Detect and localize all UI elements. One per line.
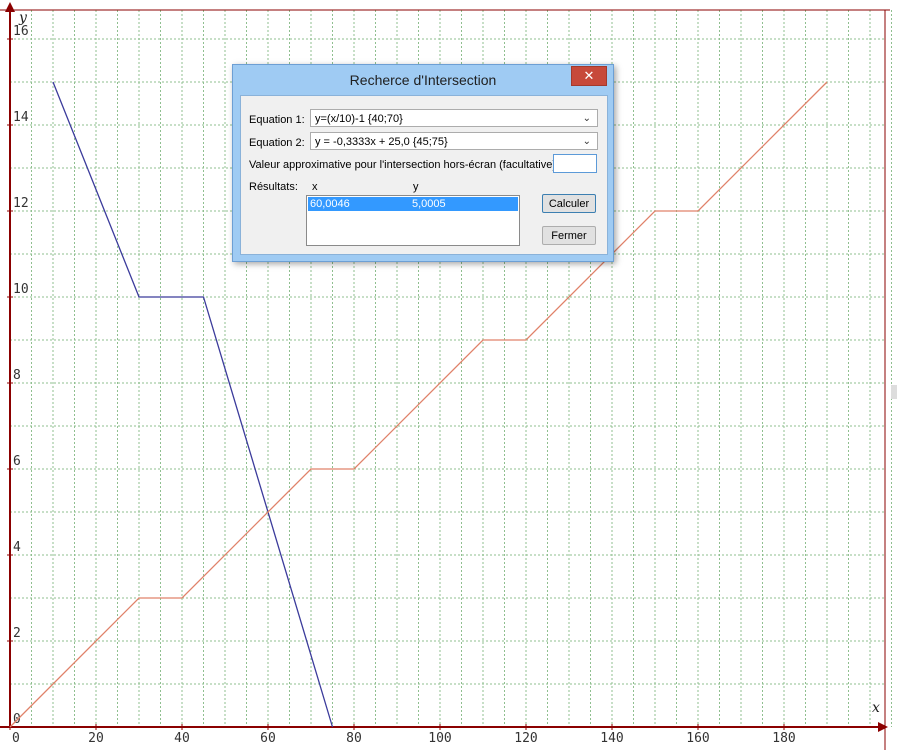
approx-x-label: Valeur approximative pour l'intersection… [249,159,578,171]
scroll-indicator[interactable] [891,385,897,399]
equation2-select[interactable]: y = -0,3333x + 25,0 {45;75} ⌄ [310,132,598,150]
equation1-label: Equation 1: [249,114,305,126]
y-tick-label: 4 [13,540,21,555]
close-button[interactable]: Fermer [542,226,596,245]
x-axis-label: x [872,700,880,716]
equation1-value: y=(x/10)-1 {40;70} [315,113,403,125]
x-tick-label: 0 [12,731,20,746]
x-tick-label: 80 [346,731,362,746]
close-icon[interactable]: ✕ [571,66,607,86]
results-list[interactable]: 60,0046 5,0005 [306,195,520,246]
y-tick-label: 12 [13,196,29,211]
y-tick-label: 2 [13,626,21,641]
results-col-y: y [413,181,419,193]
y-tick-label: 6 [13,454,21,469]
y-tick-label: 8 [13,368,21,383]
y-axis-label: y [18,10,28,26]
result-x: 60,0046 [310,198,350,210]
x-tick-label: 60 [260,731,276,746]
intersection-dialog: Recherce d'Intersection ✕ Equation 1: y=… [232,64,614,262]
approx-x-input[interactable] [553,154,597,173]
x-tick-label: 20 [88,731,104,746]
dialog-titlebar[interactable]: Recherce d'Intersection ✕ [233,65,613,93]
calculate-button[interactable]: Calculer [542,194,596,213]
dialog-body: Equation 1: y=(x/10)-1 {40;70} ⌄ Equatio… [240,95,608,255]
chevron-down-icon: ⌄ [582,136,591,147]
x-tick-label: 120 [514,731,537,746]
results-col-x: x [312,181,318,193]
results-label: Résultats: [249,181,298,193]
y-axis-arrow-icon [5,2,15,12]
result-y: 5,0005 [412,198,446,210]
equation1-select[interactable]: y=(x/10)-1 {40;70} ⌄ [310,109,598,127]
equation2-label: Equation 2: [249,137,305,149]
x-tick-label: 140 [600,731,623,746]
x-tick-label: 100 [428,731,451,746]
x-tick-label: 40 [174,731,190,746]
y-tick-label: 14 [13,110,29,125]
y-tick-label: 10 [13,282,29,297]
y-tick-label: 16 [13,24,29,39]
x-tick-label: 180 [772,731,795,746]
list-item[interactable]: 60,0046 5,0005 [308,197,518,211]
x-tick-label: 160 [686,731,709,746]
dialog-title: Recherce d'Intersection [349,72,497,88]
x-axis-arrow-icon [878,722,888,732]
chevron-down-icon: ⌄ [582,113,591,124]
equation2-value: y = -0,3333x + 25,0 {45;75} [315,136,448,148]
